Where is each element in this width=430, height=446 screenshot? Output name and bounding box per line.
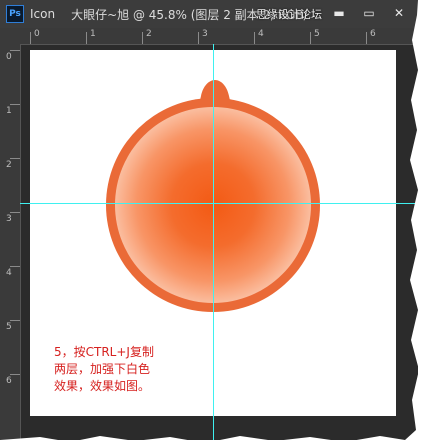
left-ruler-label: 2: [6, 160, 12, 170]
app-name: Icon: [30, 7, 56, 21]
left-ruler[interactable]: 0 1 2 3 4 5 6: [0, 44, 21, 440]
ruler-tick: [30, 32, 31, 44]
top-ruler-label: 2: [146, 29, 152, 39]
top-ruler-label: 0: [34, 29, 40, 39]
top-ruler-label: 6: [370, 29, 376, 39]
tutorial-note-line: 效果，效果如图。: [54, 379, 151, 393]
ruler-tick: [10, 104, 20, 105]
tutorial-note-line: 两层，加强下白色: [54, 362, 151, 376]
ruler-corner[interactable]: [0, 28, 21, 45]
left-ruler-label: 4: [6, 268, 12, 278]
watermark-text: 思缘设计论坛: [256, 8, 322, 21]
ruler-tick: [310, 32, 311, 44]
photoshop-logo-icon: Ps: [6, 5, 24, 23]
top-ruler-label: 3: [202, 29, 208, 39]
left-ruler-label: 3: [6, 214, 12, 224]
minimize-button[interactable]: ▬: [326, 3, 352, 23]
top-ruler[interactable]: 0 1 2 3 4 5 6: [20, 28, 418, 45]
left-ruler-label: 5: [6, 322, 12, 332]
ruler-tick: [10, 50, 20, 51]
ruler-tick: [10, 320, 20, 321]
ruler-tick: [10, 212, 20, 213]
photoshop-window: Ps Icon 大眼仔~旭 @ 45.8% (图层 2 副本 2, RGB/8)…: [0, 0, 418, 440]
ruler-tick: [10, 266, 20, 267]
left-ruler-label: 0: [6, 52, 12, 62]
close-button[interactable]: ✕: [386, 3, 412, 23]
tutorial-note: 5，按CTRL+J复制 两层，加强下白色 效果，效果如图。: [54, 344, 204, 395]
ruler-tick: [10, 374, 20, 375]
window-controls: ▬ ▭ ✕: [326, 3, 412, 23]
ruler-tick: [10, 158, 20, 159]
top-ruler-label: 5: [314, 29, 320, 39]
ruler-tick: [142, 32, 143, 44]
ruler-tick: [366, 32, 367, 44]
tutorial-note-line: 5，按CTRL+J复制: [54, 345, 154, 359]
left-ruler-label: 1: [6, 106, 12, 116]
ruler-tick: [254, 32, 255, 44]
ruler-tick: [86, 32, 87, 44]
left-ruler-label: 6: [6, 376, 12, 386]
horizontal-guide[interactable]: [20, 203, 418, 204]
restore-button[interactable]: ▭: [356, 3, 382, 23]
title-bar: Ps Icon 大眼仔~旭 @ 45.8% (图层 2 副本 2, RGB/8)…: [0, 0, 418, 28]
top-ruler-label: 4: [258, 29, 264, 39]
vertical-guide[interactable]: [213, 44, 214, 440]
ruler-tick: [198, 32, 199, 44]
top-ruler-label: 1: [90, 29, 96, 39]
